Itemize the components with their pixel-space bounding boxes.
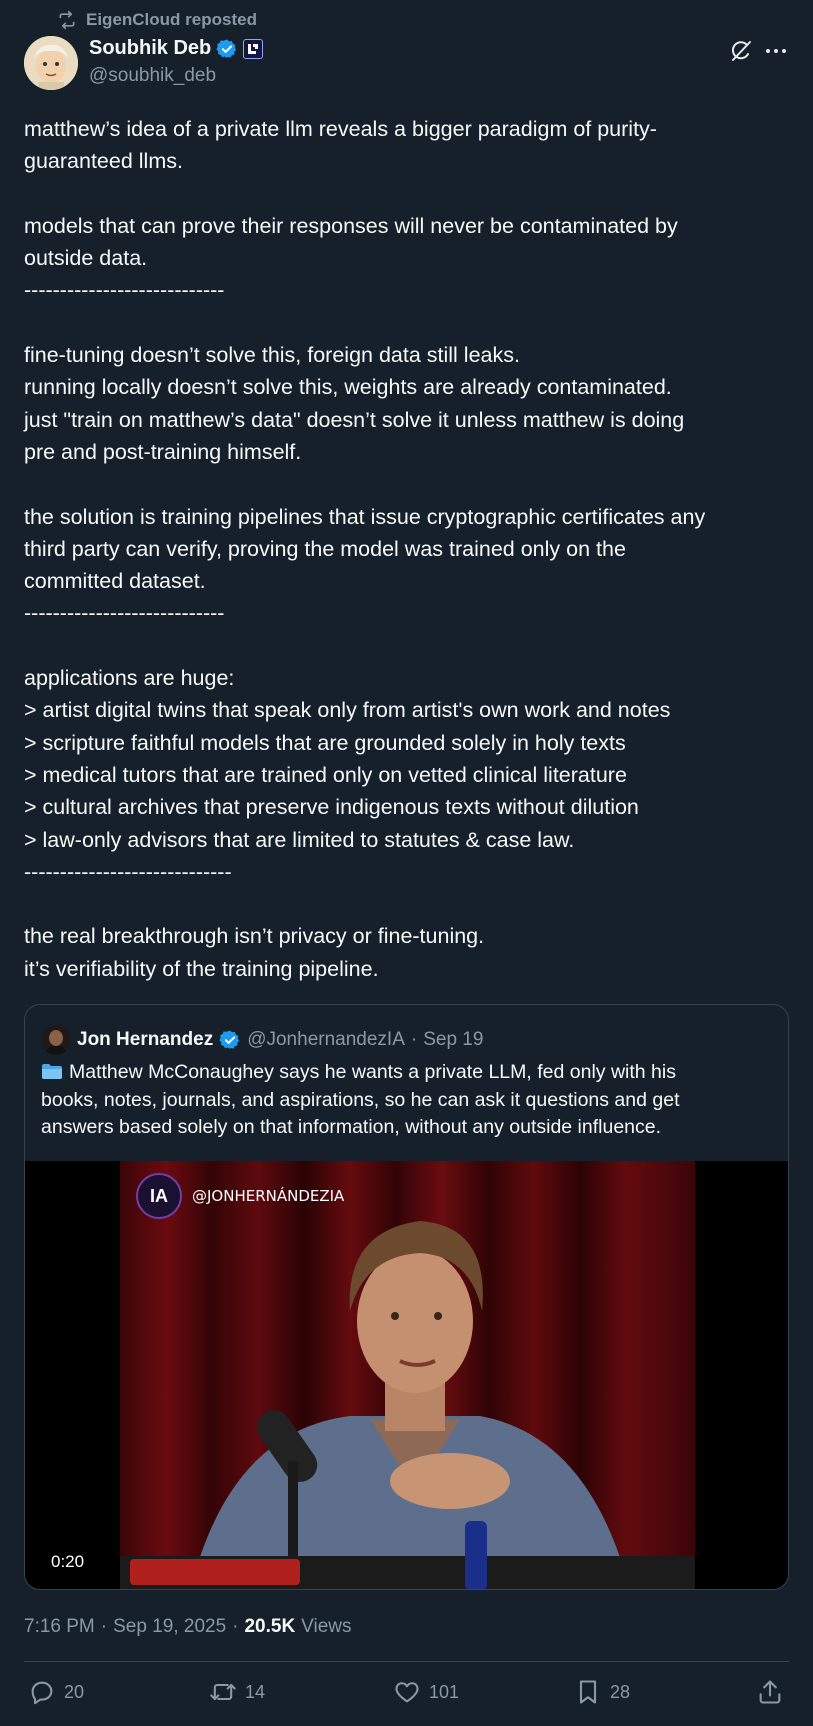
tweet-text: matthew’s idea of a private llm reveals … (24, 113, 794, 985)
tweet-line (24, 888, 794, 920)
quote-header: Jon Hernandez @JonhernandezIA · Sep 19 (41, 1025, 483, 1055)
folder-icon (42, 1064, 62, 1079)
tweet-line: ----------------------------- (24, 859, 232, 884)
tweet-line: guaranteed llms. (24, 149, 183, 174)
bookmark-button[interactable]: 28 (574, 1678, 630, 1706)
tweet-line: models that can prove their responses wi… (24, 213, 678, 238)
quoted-tweet[interactable]: Jon Hernandez @JonhernandezIA · Sep 19 M… (24, 1004, 789, 1590)
quote-line: books, notes, journals, and aspirations,… (41, 1087, 771, 1115)
tweet-line (24, 178, 794, 210)
quote-line-text: Matthew McConaughey says he wants a priv… (69, 1061, 676, 1083)
tweet-meta: 7:16 PM · Sep 19, 2025 · 20.5K Views (24, 1616, 352, 1638)
bookmark-count: 28 (610, 1681, 631, 1702)
views-label: Views (301, 1616, 352, 1637)
repost-button[interactable]: 14 (209, 1678, 265, 1706)
tweet-line: just "train on matthew’s data" doesn’t s… (24, 407, 685, 432)
meta-separator: · (232, 1616, 239, 1637)
quote-separator: · (410, 1029, 418, 1050)
video-thumbnail: IA @JONHERNÁNDEZIA (120, 1161, 695, 1589)
views-count: 20.5K (244, 1616, 296, 1637)
tweet-line: ---------------------------- (24, 278, 225, 303)
tweet-line: the solution is training pipelines that … (24, 504, 706, 529)
affiliate-badge-icon[interactable] (243, 38, 264, 59)
like-button[interactable]: 101 (393, 1678, 459, 1706)
video-duration: 0:20 (41, 1548, 95, 1576)
repost-icon (59, 10, 75, 30)
quote-date: Sep 19 (423, 1029, 484, 1050)
meta-separator: · (100, 1616, 108, 1637)
tweet-line: the real breakthrough isn’t privacy or f… (24, 924, 485, 949)
tweet-line: matthew’s idea of a private llm reveals … (24, 117, 657, 141)
bookmark-icon (579, 1680, 597, 1704)
tweet-line: it’s verifiability of the training pipel… (24, 956, 379, 981)
share-button[interactable] (756, 1678, 784, 1706)
repost-count: 14 (245, 1681, 266, 1702)
quote-author-name: Jon Hernandez (77, 1029, 214, 1050)
divider (24, 1661, 789, 1662)
like-count: 101 (429, 1681, 460, 1702)
quote-video[interactable]: IA @JONHERNÁNDEZIA 0:20 (25, 1161, 788, 1589)
quote-line-text: books, notes, journals, and aspirations,… (41, 1088, 680, 1111)
quote-author-avatar (41, 1025, 71, 1055)
tweet-line: fine-tuning doesn’t solve this, foreign … (24, 343, 520, 368)
reply-button[interactable]: 20 (28, 1678, 84, 1706)
tweet-line: ---------------------------- (24, 601, 225, 626)
tweet-line: running locally doesn’t solve this, weig… (24, 375, 672, 400)
author-name[interactable]: Soubhik Deb (89, 37, 211, 60)
verified-badge-icon (216, 39, 237, 58)
tweet-line: > law-only advisors that are limited to … (24, 827, 575, 852)
quote-line: Matthew McConaughey says he wants a priv… (41, 1059, 771, 1087)
tweet-line: outside data. (24, 246, 148, 271)
tweet-line (24, 307, 794, 339)
tweet-line: committed dataset. (24, 569, 206, 594)
action-bar: 20 14 101 28 (24, 1678, 789, 1710)
tweet-line: pre and post-training himself. (24, 439, 302, 464)
repost-icon (210, 1683, 236, 1701)
author-line: Soubhik Deb (89, 37, 264, 60)
quote-text: Matthew McConaughey says he wants a priv… (41, 1059, 771, 1142)
reply-icon (31, 1681, 53, 1705)
tweet-line: > artist digital twins that speak only f… (24, 698, 671, 723)
watermark-text: @JONHERNÁNDEZIA (192, 1187, 345, 1205)
tweet-date[interactable]: Sep 19, 2025 (113, 1616, 226, 1638)
heart-icon (395, 1682, 419, 1703)
author-handle[interactable]: @soubhik_deb (89, 65, 216, 87)
video-watermark: IA @JONHERNÁNDEZIA (136, 1173, 344, 1219)
watermark-logo: IA (136, 1173, 182, 1219)
share-icon (759, 1680, 781, 1704)
tweet-line: third party can verify, proving the mode… (24, 536, 626, 561)
grok-icon[interactable] (728, 38, 754, 64)
author-avatar[interactable] (24, 36, 78, 90)
more-options-icon[interactable] (763, 38, 789, 64)
repost-indicator[interactable]: EigenCloud reposted (57, 9, 257, 31)
quote-verified-badge-icon (219, 1030, 240, 1049)
quote-author-handle: @JonhernandezIA (247, 1029, 405, 1050)
tweet-line: > medical tutors that are trained only o… (24, 762, 627, 787)
quote-line: answers based solely on that information… (41, 1114, 771, 1142)
repost-label: EigenCloud reposted (86, 10, 257, 29)
tweet-line: applications are huge: (24, 666, 235, 691)
tweet-line: > scripture faithful models that are gro… (24, 730, 626, 755)
tweet-time[interactable]: 7:16 PM (24, 1616, 95, 1638)
quote-line-text: answers based solely on that information… (41, 1116, 662, 1138)
tweet-line (24, 630, 794, 662)
tweet-line (24, 468, 794, 500)
tweet-line: > cultural archives that preserve indige… (24, 795, 639, 820)
reply-count: 20 (64, 1681, 85, 1702)
